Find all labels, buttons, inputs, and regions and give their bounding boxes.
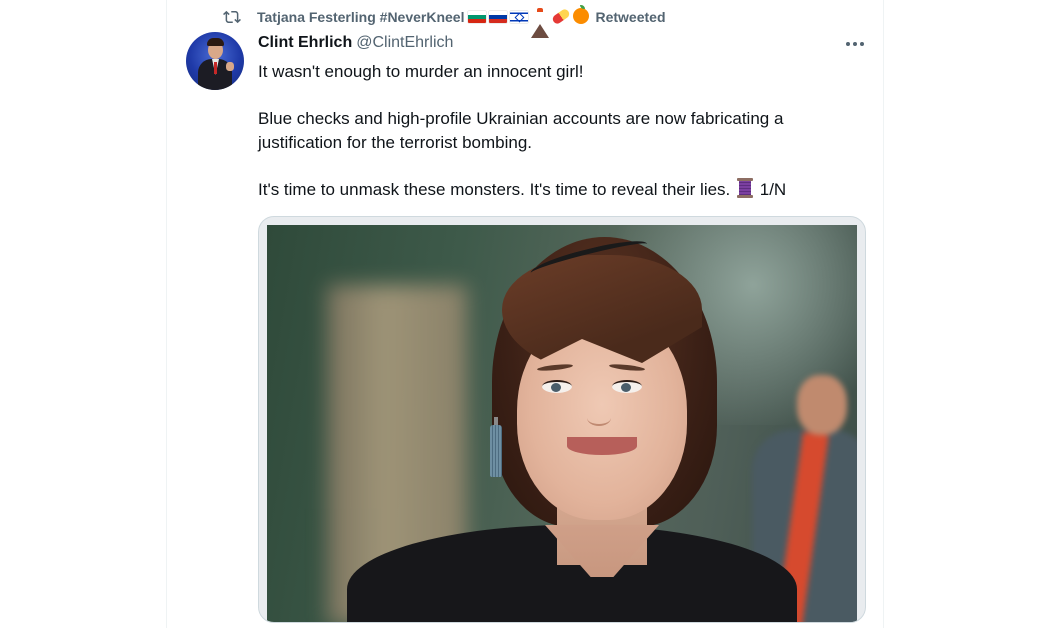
author-handle[interactable]: @ClintEhrlich: [356, 34, 453, 52]
flag-russia-icon: [489, 11, 508, 23]
retweeted-label: Retweeted: [595, 9, 666, 25]
portrait-photo[interactable]: [267, 225, 857, 622]
tweet-header: Clint Ehrlich @ClintEhrlich: [258, 34, 453, 52]
timeline-column: Tatjana Festerling #NeverKneel Retweeted: [166, 0, 884, 628]
tweet[interactable]: Tatjana Festerling #NeverKneel Retweeted: [167, 0, 883, 628]
pill-icon: [551, 7, 572, 26]
flag-israel-icon: [510, 11, 529, 23]
volcano-icon: [531, 8, 550, 38]
tweet-text-line: It's time to unmask these monsters. It's…: [258, 180, 731, 199]
dot-icon: [846, 42, 850, 46]
more-options-button[interactable]: [841, 30, 869, 58]
retweeter-emoji-strip: [468, 5, 591, 38]
tweet-text-line: justification for the terrorist bombing.: [258, 133, 533, 152]
flag-bulgaria-icon: [468, 11, 487, 23]
dot-icon: [860, 42, 864, 46]
page: Tatjana Festerling #NeverKneel Retweeted: [0, 0, 1050, 628]
retweet-icon: [221, 7, 243, 27]
tweet-text-line: Blue checks and high-profile Ukrainian a…: [258, 109, 784, 128]
retweeter-name[interactable]: Tatjana Festerling #NeverKneel: [257, 9, 464, 25]
dot-icon: [853, 42, 857, 46]
author-display-name[interactable]: Clint Ehrlich: [258, 34, 352, 52]
tweet-text: It wasn't enough to murder an innocent g…: [258, 60, 858, 202]
tweet-media[interactable]: [258, 216, 866, 623]
retweet-context[interactable]: Tatjana Festerling #NeverKneel Retweeted: [221, 5, 666, 38]
tweet-text-line: It wasn't enough to murder an innocent g…: [258, 62, 584, 81]
thread-counter: 1/N: [759, 180, 787, 199]
avatar[interactable]: [186, 32, 244, 90]
orange-icon: [573, 5, 591, 26]
thread-icon: [737, 178, 754, 198]
tweet-text-line-last: It's time to unmask these monsters. It's…: [258, 178, 858, 202]
